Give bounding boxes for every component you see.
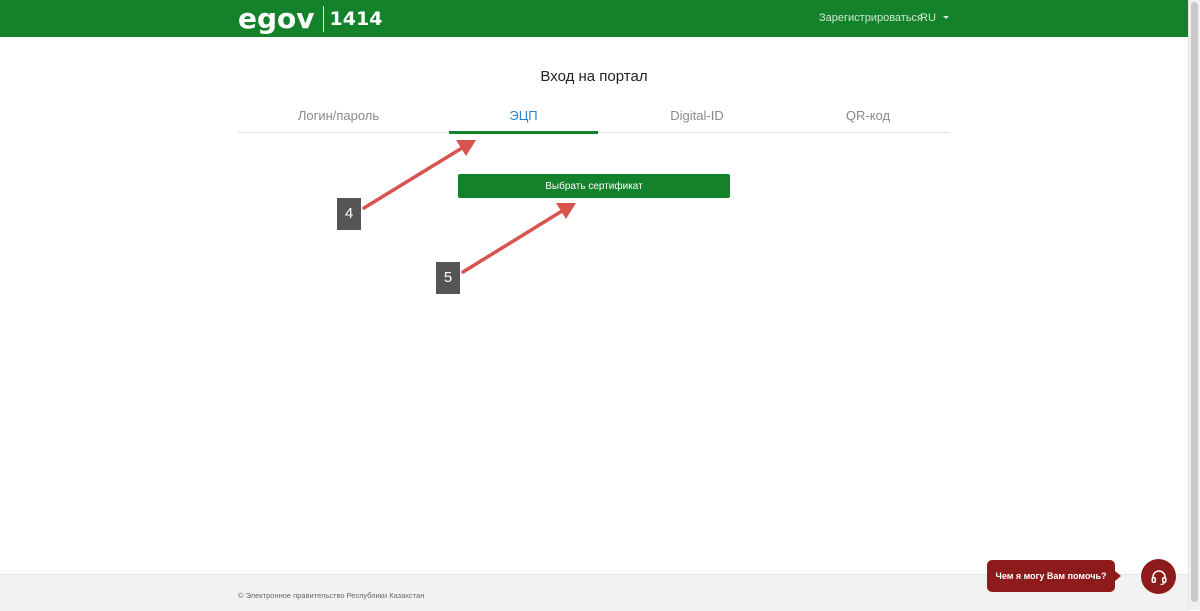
scrollbar-thumb[interactable] xyxy=(1191,2,1198,602)
tab-login-password[interactable]: Логин/пароль xyxy=(238,100,439,132)
page-title: Вход на портал xyxy=(540,68,648,85)
logo-1414-text: 1414 xyxy=(329,8,383,30)
tab-qr-code[interactable]: QR-код xyxy=(786,100,950,132)
logo-egov-text: egov xyxy=(238,2,315,35)
language-label: RU xyxy=(920,12,936,24)
select-certificate-button[interactable]: Выбрать сертификат xyxy=(458,174,730,198)
annotation-arrow-4-shaft xyxy=(362,146,464,210)
headset-icon xyxy=(1151,569,1166,585)
footer-copyright: © Электронное правительство Республики К… xyxy=(238,591,425,600)
annotation-badge-4: 4 xyxy=(337,198,361,230)
language-selector[interactable]: RU xyxy=(920,12,949,24)
egov-logo[interactable]: egov 1414 xyxy=(238,3,382,35)
annotation-arrows xyxy=(362,140,576,274)
help-chat-bubble[interactable]: Чем я могу Вам помочь? xyxy=(987,560,1121,592)
annotation-badge-5: 5 xyxy=(436,262,460,294)
annotation-arrow-5-shaft xyxy=(461,209,564,274)
logo-divider xyxy=(322,6,324,32)
tab-eds[interactable]: ЭЦП xyxy=(449,100,598,134)
top-header: egov 1414 Зарегистрироваться RU xyxy=(0,0,1188,37)
login-method-tabs: Логин/пароль ЭЦП Digital-ID QR-код xyxy=(238,100,950,134)
help-chat-button[interactable] xyxy=(1141,559,1176,594)
vertical-scrollbar[interactable] xyxy=(1188,0,1200,610)
caret-down-icon xyxy=(942,16,949,19)
tab-digital-id[interactable]: Digital-ID xyxy=(608,100,786,132)
register-link[interactable]: Зарегистрироваться xyxy=(819,12,923,24)
annotation-arrow-5-head xyxy=(556,203,576,219)
annotation-arrow-4-head xyxy=(456,140,476,156)
